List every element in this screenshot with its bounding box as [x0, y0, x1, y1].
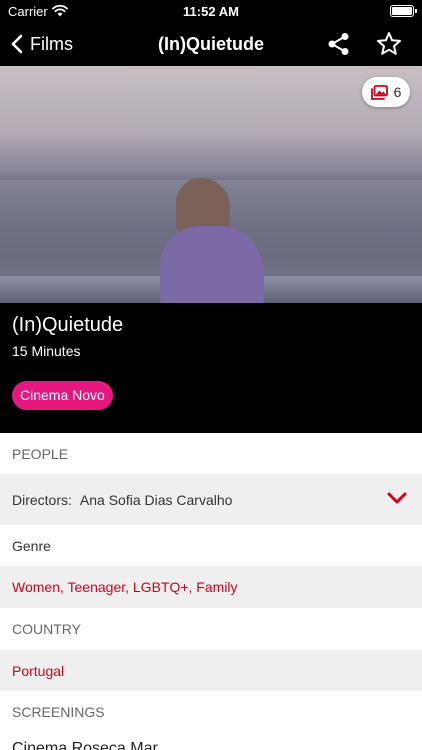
gallery-count: 6	[393, 84, 402, 100]
share-icon[interactable]	[326, 31, 352, 57]
country-row[interactable]: Portugal	[0, 650, 422, 691]
back-button[interactable]: Films	[10, 22, 73, 66]
chevron-down-icon[interactable]	[386, 491, 408, 505]
program-tag-chip[interactable]: Cinema Novo	[12, 381, 113, 410]
back-label: Films	[30, 33, 73, 54]
person-body	[160, 226, 264, 303]
directors-value: Ana Sofia Dias Carvalho	[79, 491, 233, 508]
status-bar: Carrier 11:52 AM	[0, 0, 422, 22]
directors-label: Directors:	[12, 491, 72, 508]
film-title: (In)Quietude	[12, 314, 124, 336]
film-info-header: (In)Quietude 15 Minutes Cinema Novo	[0, 303, 422, 433]
screenings-header-label: SCREENINGS	[12, 704, 105, 720]
people-header-label: PEOPLE	[12, 445, 69, 462]
navigation-bar: Films (In)Quietude	[0, 22, 422, 66]
people-section-header: PEOPLE	[0, 433, 422, 474]
genre-header-label: Genre	[12, 537, 51, 554]
genre-value[interactable]: Women, Teenager, LGBTQ+, Family	[12, 579, 238, 595]
horizon-line	[0, 170, 422, 180]
country-section-header: COUNTRY	[0, 608, 422, 650]
country-value[interactable]: Portugal	[12, 663, 64, 679]
genre-row[interactable]: Women, Teenager, LGBTQ+, Family	[0, 566, 422, 608]
chevron-left-icon	[11, 34, 23, 54]
gallery-count-badge[interactable]: 6	[362, 77, 410, 107]
screenings-section-header: SCREENINGS	[0, 691, 422, 733]
star-icon[interactable]	[376, 31, 402, 57]
directors-row[interactable]: Directors: Ana Sofia Dias Carvalho	[0, 474, 422, 525]
genre-section-header: Genre	[0, 525, 422, 566]
battery-icon	[390, 5, 417, 17]
film-duration: 15 Minutes	[12, 343, 81, 359]
photo-gallery-icon	[370, 84, 388, 100]
screening-item-partial[interactable]: Cinema Roseca Mar...	[12, 740, 170, 750]
film-still-image[interactable]: 6	[0, 66, 422, 303]
status-time: 11:52 AM	[183, 4, 239, 19]
country-header-label: COUNTRY	[12, 621, 81, 637]
